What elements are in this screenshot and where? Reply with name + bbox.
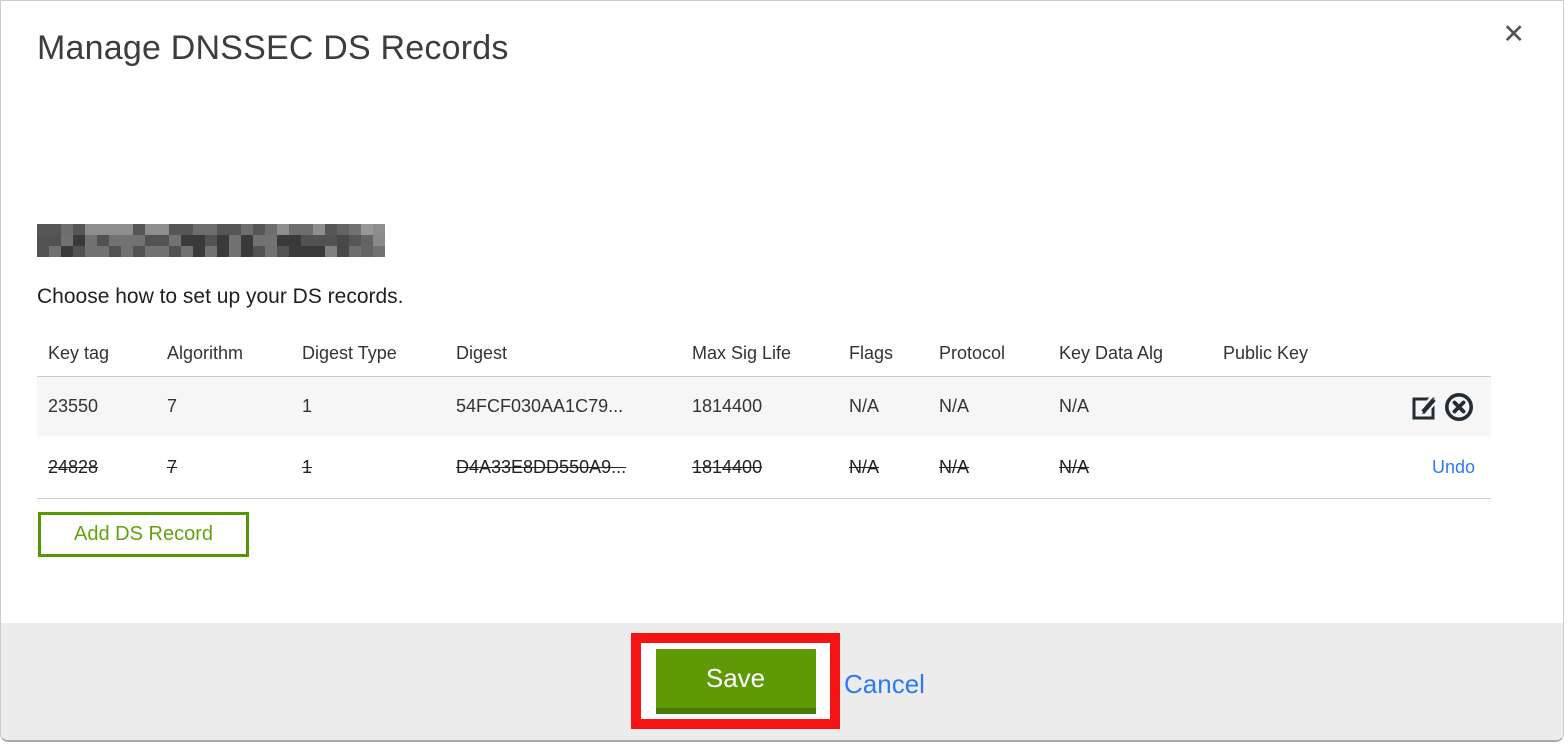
column-header: Digest Type bbox=[302, 343, 397, 363]
cell-protocol: N/A bbox=[939, 456, 970, 477]
undo-link[interactable]: Undo bbox=[1432, 457, 1475, 478]
cell-flags: N/A bbox=[849, 456, 880, 477]
column-header: Algorithm bbox=[167, 343, 244, 363]
column-header: Digest bbox=[456, 343, 508, 363]
cell-digest-type: 1 bbox=[302, 396, 313, 416]
column-header: Flags bbox=[849, 343, 894, 363]
edit-square-icon[interactable] bbox=[1410, 392, 1440, 422]
cell-digest: 54FCF030AA1C79... bbox=[456, 396, 624, 416]
column-header: Max Sig Life bbox=[692, 343, 792, 363]
redacted-domain bbox=[37, 224, 385, 257]
cell-digest: D4A33E8DD550A9... bbox=[456, 456, 627, 477]
cell-max-sig-life: 1814400 bbox=[692, 456, 763, 477]
column-header: Key Data Alg bbox=[1059, 343, 1164, 363]
manage-dnssec-modal: Manage DNSSEC DS Records ✕ Choose how to… bbox=[0, 0, 1564, 742]
cancel-link[interactable]: Cancel bbox=[844, 669, 925, 700]
annotation-highlight-box: Save bbox=[631, 633, 840, 729]
circle-x-delete-icon[interactable] bbox=[1443, 391, 1475, 423]
table-header-row: Key tag Algorithm Digest Type Digest Max… bbox=[37, 331, 1491, 377]
cell-key-tag: 23550 bbox=[48, 396, 99, 416]
column-header: Public Key bbox=[1223, 343, 1309, 363]
cell-flags: N/A bbox=[849, 396, 880, 416]
column-header: Key tag bbox=[48, 343, 110, 363]
ds-records-table: Key tag Algorithm Digest Type Digest Max… bbox=[37, 331, 1491, 499]
save-button[interactable]: Save bbox=[655, 648, 816, 714]
table-row: 23550 7 1 54FCF030AA1C79... 1814400 N/A … bbox=[37, 377, 1491, 436]
add-ds-record-button[interactable]: Add DS Record bbox=[38, 512, 249, 557]
row-actions bbox=[1373, 391, 1491, 423]
column-header: Protocol bbox=[939, 343, 1006, 363]
cell-digest-type: 1 bbox=[302, 456, 313, 477]
modal-footer: Save Cancel bbox=[1, 623, 1563, 740]
cell-algorithm: 7 bbox=[167, 396, 178, 416]
page-title: Manage DNSSEC DS Records bbox=[37, 29, 509, 67]
cell-max-sig-life: 1814400 bbox=[692, 396, 763, 416]
cell-protocol: N/A bbox=[939, 396, 970, 416]
cell-algorithm: 7 bbox=[167, 456, 178, 477]
instruction-text: Choose how to set up your DS records. bbox=[37, 285, 404, 308]
cell-key-data-alg: N/A bbox=[1059, 396, 1090, 416]
cell-key-data-alg: N/A bbox=[1059, 456, 1090, 477]
table-row-deleted: 24828 7 1 D4A33E8DD550A9... 1814400 N/A … bbox=[37, 436, 1491, 499]
cell-key-tag: 24828 bbox=[48, 456, 99, 477]
close-icon[interactable]: ✕ bbox=[1502, 21, 1525, 48]
row-actions: Undo bbox=[1373, 457, 1491, 478]
